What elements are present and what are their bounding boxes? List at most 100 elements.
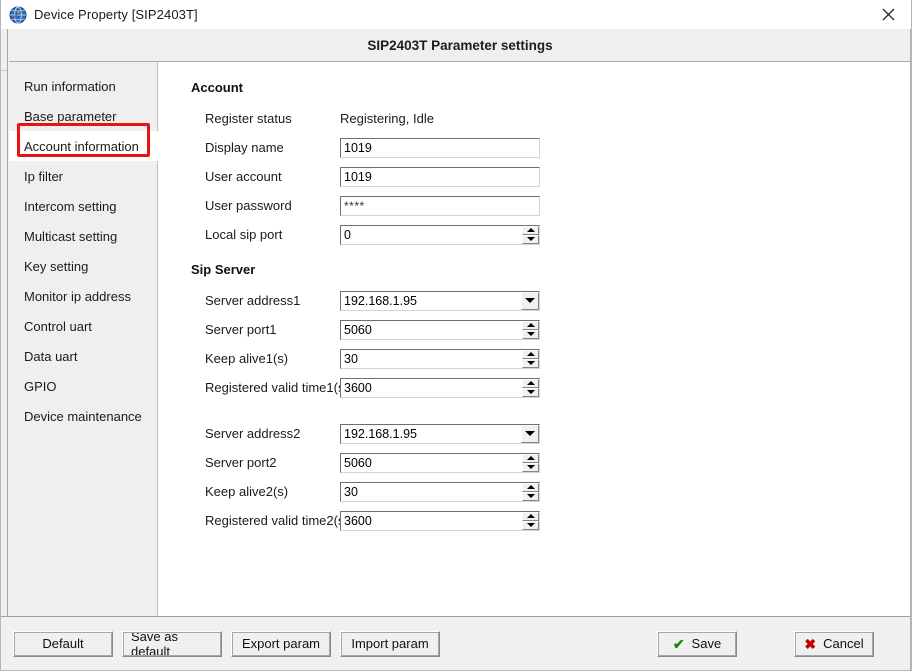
- sidebar-item-label: Device maintenance: [24, 408, 142, 424]
- keep-alive2-label: Keep alive2(s): [205, 484, 289, 499]
- register-status-label: Register status: [205, 111, 292, 126]
- cancel-button[interactable]: ✖ Cancel: [794, 630, 874, 657]
- sidebar-item-label: Intercom setting: [24, 198, 117, 214]
- spinner-buttons[interactable]: [522, 320, 539, 339]
- server-address1-value: 192.168.1.95: [344, 293, 417, 308]
- spinner-buttons[interactable]: [522, 482, 539, 501]
- spinner-buttons[interactable]: [522, 511, 539, 530]
- account-information-panel: Account Register status Registering, Idl…: [158, 62, 911, 616]
- account-group-title: Account: [191, 80, 243, 95]
- save-as-default-button[interactable]: Save as default: [122, 629, 222, 659]
- cancel-button-label: Cancel: [823, 636, 864, 651]
- footer-primary-actions: ✔ Save ✖ Cancel: [657, 630, 899, 657]
- registered-valid-time2-label: Registered valid time2(s): [205, 513, 349, 528]
- sidebar-item-label: Ip filter: [24, 168, 64, 184]
- sidebar-item-gpio[interactable]: GPIO: [9, 371, 157, 401]
- window-right-edge: [910, 29, 911, 670]
- sidebar-item-label: Account information: [24, 138, 139, 154]
- user-account-input[interactable]: 1019: [340, 166, 540, 187]
- sidebar-item-label: GPIO: [24, 378, 57, 394]
- row-user-account: User account 1019: [191, 162, 911, 191]
- spinner-down-icon[interactable]: [522, 462, 539, 472]
- registered-valid-time2-value: 3600: [344, 513, 372, 528]
- spinner-up-icon[interactable]: [522, 349, 539, 359]
- user-account-label: User account: [205, 169, 282, 184]
- footer-button-bar: Default Save as default Export param Imp…: [1, 616, 911, 670]
- spinner-down-icon[interactable]: [522, 520, 539, 530]
- sidebar-item-label: Control uart: [24, 318, 92, 334]
- spinner-up-icon[interactable]: [522, 320, 539, 330]
- register-status-value: Registering, Idle: [340, 111, 434, 126]
- local-sip-port-value: 0: [344, 227, 351, 242]
- sidebar-item-run-information[interactable]: Run information: [9, 71, 157, 101]
- check-icon: ✔: [672, 635, 685, 652]
- save-button[interactable]: ✔ Save: [657, 630, 737, 657]
- spinner-up-icon[interactable]: [522, 482, 539, 492]
- sidebar-item-ip-filter[interactable]: Ip filter: [9, 161, 157, 191]
- registered-valid-time1-label: Registered valid time1(s): [205, 380, 349, 395]
- row-server-address1: Server address1 192.168.1.95: [191, 286, 911, 315]
- sidebar-item-key-setting[interactable]: Key setting: [9, 251, 157, 281]
- user-password-label: User password: [205, 198, 292, 213]
- spinner-buttons[interactable]: [522, 453, 539, 472]
- keep-alive1-stepper[interactable]: 30: [340, 348, 540, 369]
- sidebar-item-multicast-setting[interactable]: Multicast setting: [9, 221, 157, 251]
- spinner-up-icon[interactable]: [522, 225, 539, 235]
- display-name-label: Display name: [205, 140, 284, 155]
- row-local-sip-port: Local sip port 0: [191, 220, 911, 249]
- keep-alive2-stepper[interactable]: 30: [340, 481, 540, 502]
- sidebar-item-label: Monitor ip address: [24, 288, 131, 304]
- spinner-down-icon[interactable]: [522, 234, 539, 244]
- server-port2-stepper[interactable]: 5060: [340, 452, 540, 473]
- server-address1-combobox[interactable]: 192.168.1.95: [340, 290, 540, 311]
- banner-title: SIP2403T Parameter settings: [367, 37, 553, 53]
- display-name-input[interactable]: 1019: [340, 137, 540, 158]
- background-window-sliver: [1, 29, 8, 670]
- spinner-down-icon[interactable]: [522, 329, 539, 339]
- server-port2-value: 5060: [344, 455, 372, 470]
- sidebar-item-control-uart[interactable]: Control uart: [9, 311, 157, 341]
- parameter-settings-banner: SIP2403T Parameter settings: [9, 29, 911, 62]
- dialog-body: SIP2403T Parameter settings Run informat…: [1, 29, 911, 670]
- registered-valid-time1-stepper[interactable]: 3600: [340, 377, 540, 398]
- spinner-buttons[interactable]: [522, 378, 539, 397]
- title-bar: Device Property [SIP2403T]: [1, 0, 911, 29]
- row-server-port2: Server port2 5060: [191, 448, 911, 477]
- chevron-down-icon[interactable]: [521, 424, 539, 443]
- chevron-down-icon[interactable]: [521, 291, 539, 310]
- spinner-down-icon[interactable]: [522, 387, 539, 397]
- row-keep-alive1: Keep alive1(s) 30: [191, 344, 911, 373]
- row-server-address2: Server address2 192.168.1.95: [191, 419, 911, 448]
- close-button[interactable]: [865, 0, 911, 29]
- navigation-sidebar: Run information Base parameter Account i…: [9, 62, 159, 616]
- spinner-down-icon[interactable]: [522, 491, 539, 501]
- export-param-button[interactable]: Export param: [231, 630, 331, 657]
- spinner-down-icon[interactable]: [522, 358, 539, 368]
- device-property-window: Device Property [SIP2403T] SIP2403T Para…: [0, 0, 912, 671]
- local-sip-port-stepper[interactable]: 0: [340, 224, 540, 245]
- registered-valid-time1-value: 3600: [344, 380, 372, 395]
- spinner-up-icon[interactable]: [522, 453, 539, 463]
- server-address2-combobox[interactable]: 192.168.1.95: [340, 423, 540, 444]
- registered-valid-time2-stepper[interactable]: 3600: [340, 510, 540, 531]
- sip-server-group-title: Sip Server: [191, 262, 256, 277]
- sidebar-item-base-parameter[interactable]: Base parameter: [9, 101, 157, 131]
- default-button[interactable]: Default: [13, 630, 113, 657]
- row-register-status: Register status Registering, Idle: [191, 104, 911, 133]
- import-param-button[interactable]: Import param: [340, 630, 440, 657]
- sidebar-item-account-information[interactable]: Account information: [9, 131, 159, 161]
- server-port1-stepper[interactable]: 5060: [340, 319, 540, 340]
- sidebar-item-device-maintenance[interactable]: Device maintenance: [9, 401, 157, 431]
- row-user-password: User password ****: [191, 191, 911, 220]
- sidebar-item-intercom-setting[interactable]: Intercom setting: [9, 191, 157, 221]
- sidebar-item-data-uart[interactable]: Data uart: [9, 341, 157, 371]
- spinner-buttons[interactable]: [522, 349, 539, 368]
- server-address2-value: 192.168.1.95: [344, 426, 417, 441]
- spinner-up-icon[interactable]: [522, 511, 539, 521]
- spinner-buttons[interactable]: [522, 225, 539, 244]
- sidebar-item-label: Key setting: [24, 258, 89, 274]
- sidebar-item-monitor-ip-address[interactable]: Monitor ip address: [9, 281, 157, 311]
- spinner-up-icon[interactable]: [522, 378, 539, 388]
- user-password-input[interactable]: ****: [340, 195, 540, 216]
